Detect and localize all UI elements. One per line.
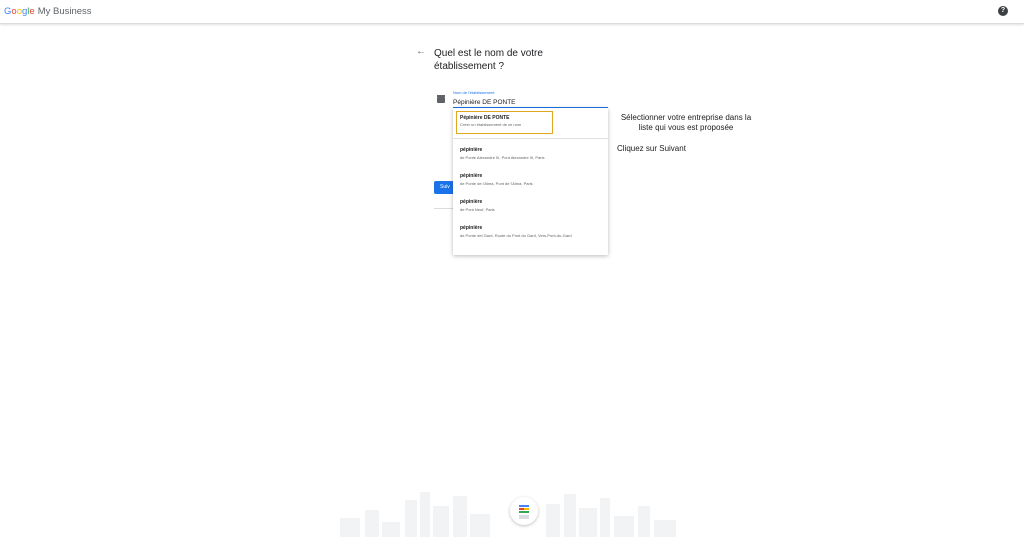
icon-stripe	[524, 508, 529, 510]
icon-stripe	[519, 515, 529, 519]
logo-letter: e	[29, 6, 35, 17]
option-title: pépinière	[460, 225, 483, 231]
option-subtitle: Créer un établissement de ce nom	[460, 122, 522, 127]
product-name: My Business	[37, 6, 92, 17]
instruction-select-business: Sélectionner votre entreprise dans la li…	[620, 113, 752, 132]
storefront-icon	[437, 95, 445, 103]
suggestion-item[interactable]: pépinière de Ponte de l'Alma, Pont de l'…	[460, 173, 602, 188]
option-title: pépinière	[460, 147, 483, 153]
option-title: Pépinière DE PONTE	[460, 115, 510, 121]
google-my-business-logo[interactable]: Google My Business	[4, 6, 92, 17]
back-arrow-icon[interactable]: ←	[416, 46, 426, 57]
business-name-label: Nom de l'établissement	[453, 90, 495, 95]
store-illustration-icon	[510, 497, 538, 525]
business-name-input[interactable]: Pépinière DE PONTE	[453, 99, 608, 108]
instruction-click-next: Cliquez sur Suivant	[617, 144, 686, 153]
suggestion-item[interactable]: pépinière de Ponte del Gard, Route du Po…	[460, 225, 602, 240]
top-bar: Google My Business ?	[0, 0, 1024, 24]
icon-stripe	[519, 511, 529, 513]
autocomplete-dropdown: Pépinière DE PONTE Créer un établissemen…	[453, 108, 608, 255]
dropdown-separator	[453, 138, 608, 139]
option-subtitle: de Ponte Alexandre III, Pont Alexandre I…	[460, 155, 545, 160]
create-business-option[interactable]: Pépinière DE PONTE Créer un établissemen…	[456, 111, 553, 134]
icon-stripe	[519, 505, 529, 507]
option-subtitle: de Ponte del Gard, Route du Pont du Gard…	[460, 233, 572, 238]
option-title: pépinière	[460, 199, 483, 205]
suggestion-item[interactable]: pépinière de Ponte Alexandre III, Pont A…	[460, 147, 602, 162]
option-title: pépinière	[460, 173, 483, 179]
option-subtitle: de Ponte de l'Alma, Pont de l'Alma, Pari…	[460, 181, 533, 186]
page-title: Quel est le nom de votre établissement ?	[434, 48, 543, 72]
suggestion-item[interactable]: pépinière de Pont Neuf, Paris	[460, 199, 602, 214]
help-icon[interactable]: ?	[998, 6, 1008, 16]
option-subtitle: de Pont Neuf, Paris	[460, 207, 495, 212]
